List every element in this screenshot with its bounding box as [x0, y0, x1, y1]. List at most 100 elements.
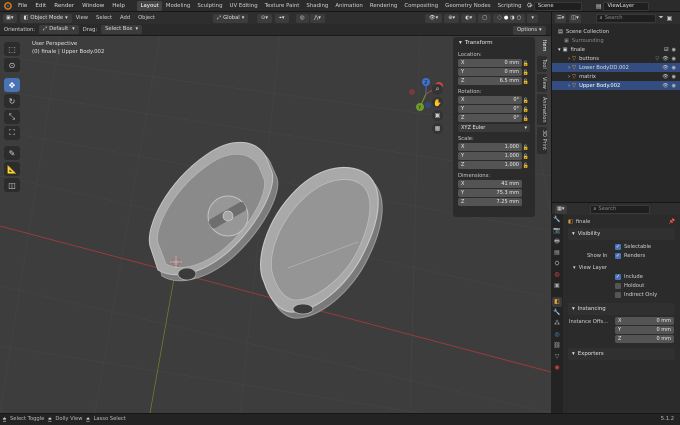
tab-animation[interactable]: Animation: [537, 93, 547, 126]
menu-help[interactable]: Help: [108, 0, 129, 12]
snap-button[interactable]: ⌖▾: [275, 13, 289, 23]
renders-checkbox[interactable]: ✓: [615, 252, 621, 259]
instance-offset-y-field[interactable]: Y 0 mm: [615, 326, 674, 334]
view-layer-tab-icon[interactable]: ▤: [552, 248, 562, 258]
chevron-right-icon[interactable]: ›: [568, 83, 570, 89]
data-tab-icon[interactable]: ▽: [552, 352, 562, 362]
drag-selector[interactable]: Select Box ▾: [101, 25, 143, 34]
render-tab-icon[interactable]: 📷: [552, 226, 562, 236]
constraints-tab-icon[interactable]: ⛓: [552, 341, 562, 351]
camera-icon[interactable]: ◉: [672, 56, 676, 62]
shading-buttons[interactable]: ◌ ● ◑ ○: [493, 13, 526, 23]
lock-icon[interactable]: 🔓: [522, 154, 530, 160]
scale-y-field[interactable]: Y 1.000: [458, 152, 522, 160]
new-collection-icon[interactable]: ▣: [667, 15, 673, 22]
tab-animation[interactable]: Animation: [332, 0, 366, 12]
solid-shading-icon[interactable]: ●: [504, 14, 509, 23]
tab-3d-print[interactable]: 3D Print: [537, 127, 547, 154]
shading-options-button[interactable]: ▾: [527, 13, 538, 23]
chevron-right-icon[interactable]: ›: [568, 56, 570, 62]
instance-offset-z-field[interactable]: Z 0 mm: [615, 335, 674, 343]
proportional-edit-button[interactable]: ◎: [296, 13, 309, 23]
eye-icon[interactable]: 👁: [662, 83, 668, 89]
visibility-section-header[interactable]: ▾ Visibility: [568, 228, 675, 240]
xray-button[interactable]: ▢: [478, 13, 492, 23]
tab-modeling[interactable]: Modeling: [162, 0, 194, 12]
options-button[interactable]: Options ▾: [513, 25, 546, 35]
object-tab-icon[interactable]: ◧: [552, 297, 562, 307]
dimension-y-field[interactable]: Y 75.3 mm: [458, 189, 522, 197]
lock-icon[interactable]: 🔓: [522, 70, 530, 76]
view-layer-selector[interactable]: ViewLayer: [603, 1, 650, 11]
viewport-menu-view[interactable]: View: [72, 12, 92, 24]
add-cube-tool-icon[interactable]: ◫: [4, 178, 20, 192]
location-y-field[interactable]: Y 0 mm: [458, 68, 522, 76]
pivot-point-button[interactable]: ⊙▾: [257, 13, 272, 23]
tab-scripting[interactable]: Scripting: [494, 0, 525, 12]
indirect-only-checkbox[interactable]: [615, 291, 621, 298]
tab-texture-paint[interactable]: Texture Paint: [261, 0, 303, 12]
visibility-button[interactable]: 👁▾: [425, 13, 443, 23]
chevron-down-icon[interactable]: ▾: [558, 47, 561, 53]
camera-icon[interactable]: ◉: [672, 47, 676, 53]
rotation-z-field[interactable]: Z 0°: [458, 114, 522, 122]
select-box-icon[interactable]: ⬚: [4, 42, 20, 56]
physics-tab-icon[interactable]: ◎: [552, 330, 562, 340]
lock-icon[interactable]: 🔓: [522, 107, 530, 113]
cursor-tool-icon[interactable]: ⊙: [4, 58, 20, 72]
location-z-field[interactable]: Z 6.5 mm: [458, 77, 522, 85]
pan-hand-icon[interactable]: ✋: [432, 97, 443, 108]
lock-icon[interactable]: 🔓: [522, 145, 530, 151]
wireframe-shading-icon[interactable]: ◌: [497, 14, 502, 23]
lock-icon[interactable]: 🔓: [522, 116, 530, 122]
viewport-menu-object[interactable]: Object: [134, 12, 159, 24]
menu-render[interactable]: Render: [50, 0, 78, 12]
properties-editor-type-button[interactable]: ▦▾: [555, 204, 567, 214]
overlays-button[interactable]: ◐▾: [461, 13, 477, 23]
grid-view-icon[interactable]: ▦: [432, 123, 443, 134]
editor-type-button[interactable]: ▣▾: [3, 13, 17, 23]
chevron-right-icon[interactable]: ›: [568, 74, 570, 80]
tab-shading[interactable]: Shading: [303, 0, 332, 12]
selectable-checkbox[interactable]: ✓: [615, 243, 621, 250]
properties-search-input[interactable]: ⌕ Search: [589, 204, 650, 214]
camera-icon[interactable]: ◉: [672, 74, 676, 80]
eye-icon[interactable]: 👁: [662, 56, 668, 62]
eye-icon[interactable]: 👁: [662, 65, 668, 71]
camera-icon[interactable]: ◉: [672, 65, 676, 71]
menu-edit[interactable]: Edit: [31, 0, 50, 12]
move-tool-icon[interactable]: ✥: [4, 78, 20, 92]
rotate-tool-icon[interactable]: ↻: [4, 94, 20, 108]
lock-icon[interactable]: 🔓: [522, 163, 530, 169]
object-name-row[interactable]: ◧ finale 📌: [565, 217, 678, 226]
zoom-icon[interactable]: ⌕: [432, 84, 443, 95]
material-tab-icon[interactable]: ◉: [552, 363, 562, 373]
blender-logo-icon[interactable]: [0, 0, 14, 12]
tab-view[interactable]: View: [537, 74, 547, 92]
tab-layout[interactable]: Layout: [136, 1, 163, 11]
material-shading-icon[interactable]: ◑: [510, 14, 515, 23]
rotation-y-field[interactable]: Y 0°: [458, 105, 522, 113]
list-item[interactable]: ▣ Surrounding: [552, 36, 680, 45]
tab-uv-editing[interactable]: UV Editing: [226, 0, 261, 12]
lock-icon[interactable]: 🔓: [522, 98, 530, 104]
particles-tab-icon[interactable]: ⁂: [552, 319, 562, 329]
rendered-shading-icon[interactable]: ○: [517, 14, 522, 23]
list-item[interactable]: › ▽ buttons ▽ 👁 ◉: [552, 54, 680, 63]
tab-tool[interactable]: Tool: [537, 56, 547, 73]
list-item[interactable]: ▤ Scene Collection: [552, 27, 680, 36]
filter-icon[interactable]: ⏷: [659, 14, 664, 22]
collection-tab-icon[interactable]: ▣: [552, 281, 562, 291]
measure-tool-icon[interactable]: 📐: [4, 162, 20, 176]
lock-icon[interactable]: 🔓: [522, 61, 530, 67]
tab-geometry-nodes[interactable]: Geometry Nodes: [442, 0, 494, 12]
annotate-tool-icon[interactable]: ✎: [4, 146, 20, 160]
menu-window[interactable]: Window: [78, 0, 108, 12]
exporters-section-header[interactable]: ▾ Exporters: [568, 348, 675, 360]
modifier-tab-icon[interactable]: 🔧: [552, 308, 562, 318]
output-tab-icon[interactable]: 🖶: [552, 237, 562, 247]
outliner-search-input[interactable]: ⌕ Search: [595, 13, 656, 23]
view-layer-subsection-header[interactable]: ▾ View Layer: [565, 263, 678, 272]
dimension-x-field[interactable]: X 41 mm: [458, 180, 522, 188]
instancing-section-header[interactable]: ▾ Instancing: [568, 303, 675, 315]
